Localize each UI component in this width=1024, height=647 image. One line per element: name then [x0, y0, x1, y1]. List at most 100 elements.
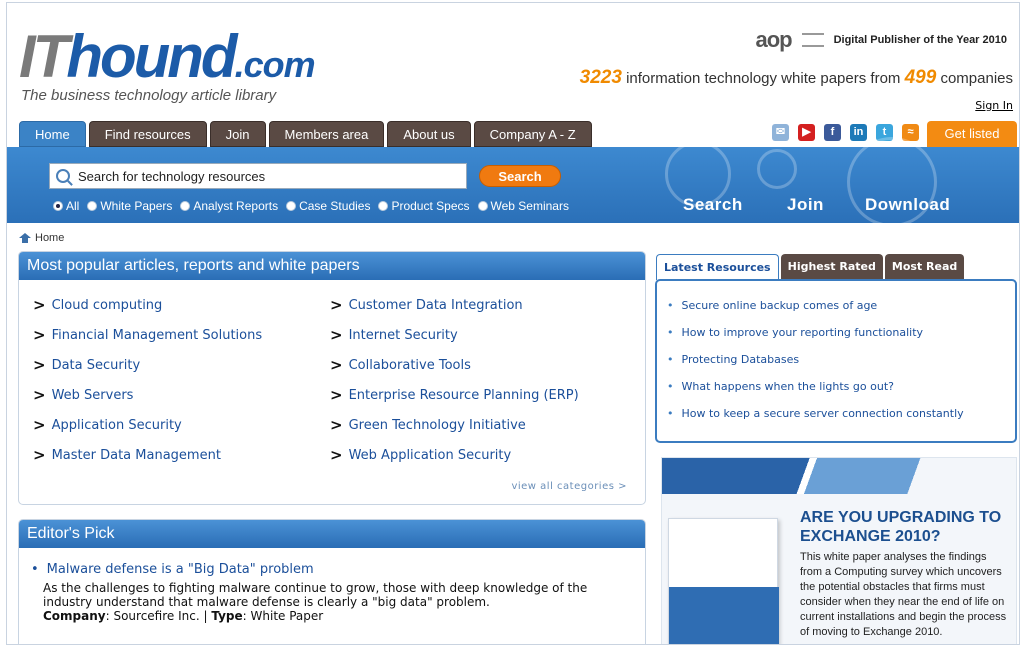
search-button[interactable]: Search	[479, 165, 561, 187]
category-link[interactable]: > Customer Data Integration	[330, 296, 630, 314]
bullet-icon: •	[667, 407, 674, 420]
chevron-right-icon: >	[330, 326, 343, 344]
filter-label: Product Specs	[391, 199, 470, 213]
nav-tab-find-resources[interactable]: Find resources	[88, 121, 207, 147]
category-link[interactable]: > Web Servers	[33, 386, 330, 404]
linkedin-icon[interactable]: in	[850, 124, 867, 141]
award-badge: aop Digital Publisher of the Year 2010	[755, 27, 1007, 53]
search-box	[49, 163, 467, 189]
radio-icon	[378, 201, 389, 211]
list-item[interactable]: • Secure online backup comes of age	[667, 299, 964, 326]
filter-label: Case Studies	[299, 199, 371, 213]
ad-banner-stripe	[662, 458, 1016, 494]
filter-label: Web Seminars	[490, 199, 569, 213]
email-icon[interactable]: ✉	[772, 124, 789, 141]
breadcrumb-home[interactable]: Home	[35, 232, 64, 244]
nav-tab-join[interactable]: Join	[209, 121, 266, 147]
tab-highest-rated[interactable]: Highest Rated	[780, 254, 883, 280]
filter-case-studies[interactable]: Case Studies	[286, 199, 370, 213]
stats-end: companies	[940, 70, 1013, 87]
home-icon	[19, 233, 31, 243]
list-item[interactable]: • How to keep a secure server connection …	[667, 407, 964, 434]
bullet-icon: •	[667, 353, 674, 366]
chevron-right-icon: >	[33, 446, 46, 464]
category-link[interactable]: > Web Application Security	[330, 446, 630, 464]
resource-link[interactable]: Protecting Databases	[682, 353, 800, 380]
band-join-link[interactable]: Join	[787, 195, 824, 215]
exchange-ad[interactable]: ARE YOU UPGRADING TO EXCHANGE 2010? This…	[661, 457, 1017, 644]
resource-tabs: Latest Resources Highest Rated Most Read	[656, 254, 965, 280]
filter-web-seminars[interactable]: Web Seminars	[477, 199, 569, 213]
nav-tab-company-a-z[interactable]: Company A - Z	[473, 121, 592, 147]
nav-tab-members-area[interactable]: Members area	[268, 121, 385, 147]
list-item[interactable]: • How to improve your reporting functiona…	[667, 326, 964, 353]
category-label: Web Servers	[51, 387, 134, 403]
filter-product-specs[interactable]: Product Specs	[378, 199, 470, 213]
view-all-categories-link[interactable]: view all categories >	[511, 481, 627, 492]
resource-link[interactable]: What happens when the lights go out?	[682, 380, 894, 407]
resource-link[interactable]: How to keep a secure server connection c…	[682, 407, 964, 434]
company-label: Company	[43, 609, 106, 623]
get-listed-button[interactable]: Get listed	[927, 121, 1017, 147]
list-item[interactable]: • Protecting Databases	[667, 353, 964, 380]
category-label: Web Application Security	[348, 447, 512, 463]
category-link[interactable]: > Collaborative Tools	[330, 356, 630, 374]
editors-pick-item-title: Malware defense is a "Big Data" problem	[46, 562, 314, 577]
category-label: Collaborative Tools	[348, 357, 471, 373]
category-link[interactable]: > Master Data Management	[33, 446, 330, 464]
radio-icon	[286, 201, 297, 211]
white-paper-cover-image	[668, 518, 779, 644]
editors-pick-description: As the challenges to fighting malware co…	[43, 581, 588, 609]
site-logo[interactable]: IThound.com The business technology arti…	[19, 23, 316, 105]
resource-link[interactable]: Secure online backup comes of age	[682, 299, 878, 326]
band-graphic: Search Join Download	[657, 137, 1019, 227]
cover-band	[669, 587, 779, 644]
filter-all[interactable]: All	[53, 199, 79, 213]
radio-icon	[477, 201, 488, 211]
category-link[interactable]: > Cloud computing	[33, 296, 330, 314]
list-item[interactable]: • What happens when the lights go out?	[667, 380, 964, 407]
chevron-right-icon: >	[33, 356, 46, 374]
chevron-right-icon: >	[33, 416, 46, 434]
papers-count: 3223	[579, 67, 622, 88]
nav-tab-about-us[interactable]: About us	[387, 121, 471, 147]
bullet-icon: •	[667, 326, 674, 339]
breadcrumb: Home	[19, 232, 64, 244]
filter-analyst-reports[interactable]: Analyst Reports	[180, 199, 278, 213]
band-download-link[interactable]: Download	[865, 195, 950, 215]
category-link[interactable]: > Financial Management Solutions	[33, 326, 330, 344]
category-label: Enterprise Resource Planning (ERP)	[348, 387, 579, 403]
category-link[interactable]: > Enterprise Resource Planning (ERP)	[330, 386, 630, 404]
nav-tab-home[interactable]: Home	[19, 121, 86, 147]
category-link[interactable]: > Application Security	[33, 416, 330, 434]
category-link[interactable]: > Data Security	[33, 356, 330, 374]
search-icon	[56, 169, 70, 183]
editors-pick-link[interactable]: • Malware defense is a "Big Data" problem	[31, 562, 621, 577]
editors-pick-meta: Company: Sourcefire Inc. | Type: White P…	[43, 609, 324, 623]
category-grid: > Cloud computing > Customer Data Integrat…	[33, 296, 630, 464]
aop-logo: aop	[755, 27, 792, 52]
category-link[interactable]: > Green Technology Initiative	[330, 416, 630, 434]
category-link[interactable]: > Internet Security	[330, 326, 630, 344]
youtube-icon[interactable]: ▶	[798, 124, 815, 141]
popular-panel: Most popular articles, reports and white…	[18, 251, 646, 505]
main-nav: Home Find resources Join Members area Ab…	[19, 121, 592, 147]
latest-resources-list: • Secure online backup comes of age • How …	[667, 299, 964, 434]
resource-link[interactable]: How to improve your reporting functional…	[682, 326, 924, 353]
band-search-link[interactable]: Search	[683, 195, 743, 215]
chevron-right-icon: >	[330, 446, 343, 464]
tab-most-read[interactable]: Most Read	[884, 254, 965, 280]
chevron-right-icon: >	[33, 386, 46, 404]
logo-hound: hound	[66, 23, 237, 90]
search-band: Search All White Papers Analyst Reports …	[7, 137, 1019, 227]
facebook-icon[interactable]: f	[824, 124, 841, 141]
category-label: Cloud computing	[51, 297, 163, 313]
logo-it: IT	[19, 23, 69, 90]
page: IThound.com The business technology arti…	[6, 2, 1020, 645]
tab-latest-resources[interactable]: Latest Resources	[656, 254, 779, 280]
filter-white-papers[interactable]: White Papers	[87, 199, 172, 213]
logo-dotcom: .com	[234, 44, 316, 85]
search-input[interactable]	[78, 168, 458, 184]
aop-mark-icon	[801, 33, 824, 47]
sign-in-link[interactable]: Sign In	[975, 99, 1013, 112]
